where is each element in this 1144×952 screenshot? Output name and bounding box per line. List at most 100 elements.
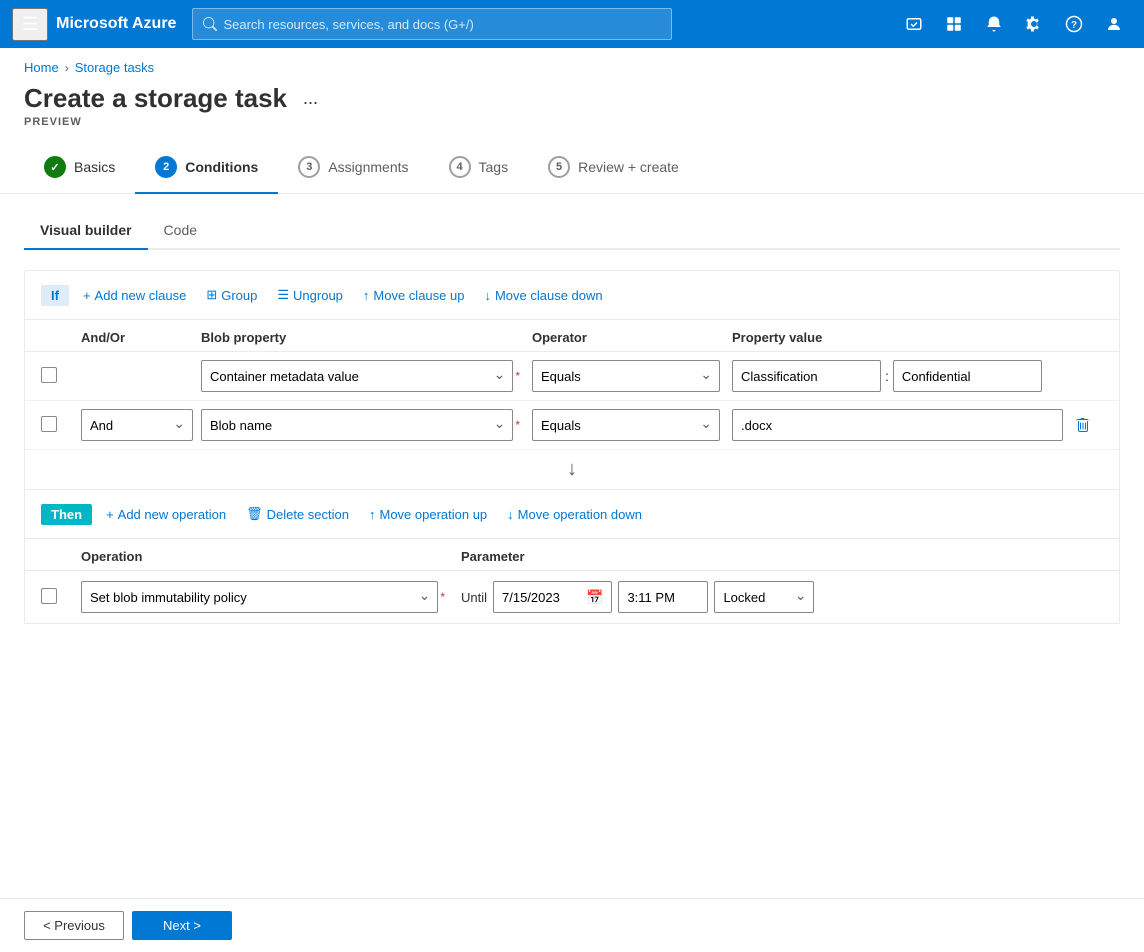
page-title: Create a storage task [24, 83, 287, 114]
row2-blobprop-required: * [515, 418, 520, 432]
calendar-icon[interactable]: 📅 [586, 589, 603, 606]
then-badge: Then [41, 504, 92, 525]
move-clause-down-btn[interactable]: ↓ Move clause down [478, 284, 608, 307]
step-label-review: Review + create [578, 159, 679, 175]
settings-btn[interactable] [1016, 6, 1052, 42]
sub-tabs: Visual builder Code [24, 214, 1120, 250]
row2-propval-input[interactable] [732, 409, 1063, 441]
brand-name: Microsoft Azure [56, 15, 176, 33]
trash-icon [1075, 417, 1091, 433]
wizard-step-review[interactable]: 5 Review + create [528, 144, 699, 194]
wizard-step-conditions[interactable]: 2 Conditions [135, 144, 278, 194]
breadcrumb-storage-tasks[interactable]: Storage tasks [75, 60, 155, 75]
down-arrow-icon: ↓ [567, 458, 577, 481]
move-down-icon: ↓ [484, 288, 491, 303]
step-circle-1: ✓ [44, 156, 66, 178]
row1-checkbox[interactable] [41, 367, 57, 383]
row2-delete-cell[interactable] [1063, 413, 1103, 437]
row2-blobprop-select[interactable]: Blob name [201, 409, 513, 441]
then-row1-op-cell: Set blob immutability policy * [81, 581, 461, 613]
wizard-step-basics[interactable]: ✓ Basics [24, 144, 135, 194]
then-row1-op-select[interactable]: Set blob immutability policy [81, 581, 438, 613]
hamburger-menu[interactable]: ☰ [12, 8, 48, 41]
move-op-up-btn[interactable]: ↑ Move operation up [363, 503, 493, 526]
breadcrumb: Home › Storage tasks [0, 48, 1144, 75]
breadcrumb-home[interactable]: Home [24, 60, 59, 75]
notifications-btn[interactable] [976, 6, 1012, 42]
add-new-operation-btn[interactable]: + Add new operation [100, 503, 232, 526]
step-label-basics: Basics [74, 159, 115, 175]
tab-code[interactable]: Code [148, 214, 213, 250]
then-section-header: Then + Add new operation 🗑 Delete sectio… [25, 490, 1119, 539]
page-header: Create a storage task ... [0, 75, 1144, 114]
then-section: Then + Add new operation 🗑 Delete sectio… [25, 489, 1119, 623]
next-btn[interactable]: Next > [132, 911, 232, 940]
if-badge: If [41, 285, 69, 306]
tab-visual-builder[interactable]: Visual builder [24, 214, 148, 250]
row1-propval-key-input[interactable] [732, 360, 881, 392]
then-col-check [41, 549, 81, 564]
main-content: Visual builder Code If + Add new clause … [0, 194, 1144, 644]
search-input[interactable] [223, 17, 661, 32]
preview-label: PREVIEW [0, 114, 1144, 144]
date-input-wrapper[interactable]: 📅 [493, 581, 612, 613]
previous-btn[interactable]: < Previous [24, 911, 124, 940]
move-op-down-btn[interactable]: ↓ Move operation down [501, 503, 648, 526]
search-bar[interactable] [192, 8, 672, 40]
help-btn[interactable]: ? [1056, 6, 1092, 42]
move-clause-up-btn[interactable]: ↑ Move clause up [357, 284, 471, 307]
then-row1-op-required: * [440, 590, 445, 604]
date-input[interactable] [502, 590, 580, 605]
ungroup-btn[interactable]: ☰ Ungroup [271, 283, 349, 307]
step-label-tags: Tags [479, 159, 509, 175]
portal-menu-btn[interactable] [936, 6, 972, 42]
row2-operator-cell: Equals [532, 409, 732, 441]
breadcrumb-sep-1: › [65, 61, 69, 75]
then-row1-checkbox[interactable] [41, 588, 57, 604]
step-label-conditions: Conditions [185, 159, 258, 175]
col-andor: And/Or [81, 330, 201, 345]
topbar: ☰ Microsoft Azure ? [0, 0, 1144, 48]
more-options-btn[interactable]: ... [297, 84, 324, 113]
row1-blobprop-select[interactable]: Container metadata value [201, 360, 513, 392]
move-op-up-icon: ↑ [369, 507, 376, 522]
row2-andor-select[interactable]: And Or [81, 409, 193, 441]
locked-select[interactable]: Locked Unlocked [714, 581, 814, 613]
wizard-step-tags[interactable]: 4 Tags [429, 144, 529, 194]
until-label: Until [461, 590, 487, 605]
row2-check-cell [41, 416, 81, 435]
if-column-headers: And/Or Blob property Operator Property v… [25, 320, 1119, 352]
then-row1-check-cell [41, 588, 81, 607]
if-row-1: Container metadata value * Equals : [25, 352, 1119, 401]
row1-operator-cell: Equals [532, 360, 732, 392]
delete-section-icon: 🗑 [246, 506, 263, 522]
row2-checkbox[interactable] [41, 416, 57, 432]
group-btn[interactable]: ⊞ Group [200, 283, 263, 307]
if-section-header: If + Add new clause ⊞ Group ☰ Ungroup ↑ … [25, 271, 1119, 320]
row1-propval-val-input[interactable] [893, 360, 1042, 392]
col-check [41, 330, 81, 345]
group-icon: ⊞ [206, 287, 217, 303]
row2-andor-cell: And Or [81, 409, 201, 441]
row1-check-cell [41, 367, 81, 386]
ungroup-icon: ☰ [277, 287, 289, 303]
row2-operator-select[interactable]: Equals [532, 409, 720, 441]
wizard-step-assignments[interactable]: 3 Assignments [278, 144, 428, 194]
time-input[interactable] [618, 581, 708, 613]
step-label-assignments: Assignments [328, 159, 408, 175]
delete-section-btn[interactable]: 🗑 Delete section [240, 502, 355, 526]
then-col-operation: Operation [81, 549, 461, 564]
row1-operator-select[interactable]: Equals [532, 360, 720, 392]
builder-panel: If + Add new clause ⊞ Group ☰ Ungroup ↑ … [24, 270, 1120, 624]
then-row1-param-cell: Until 📅 Locked Unlocked [461, 581, 1103, 613]
if-row-2: And Or Blob name * [25, 401, 1119, 450]
add-new-clause-btn[interactable]: + Add new clause [77, 284, 192, 307]
row1-colon: : [885, 368, 889, 384]
row2-blobprop-cell: Blob name * [201, 409, 532, 441]
col-propval: Property value [732, 330, 1063, 345]
step-circle-5: 5 [548, 156, 570, 178]
step-circle-3: 3 [298, 156, 320, 178]
row2-delete-btn[interactable] [1071, 413, 1095, 437]
account-btn[interactable] [1096, 6, 1132, 42]
cloud-shell-btn[interactable] [896, 6, 932, 42]
